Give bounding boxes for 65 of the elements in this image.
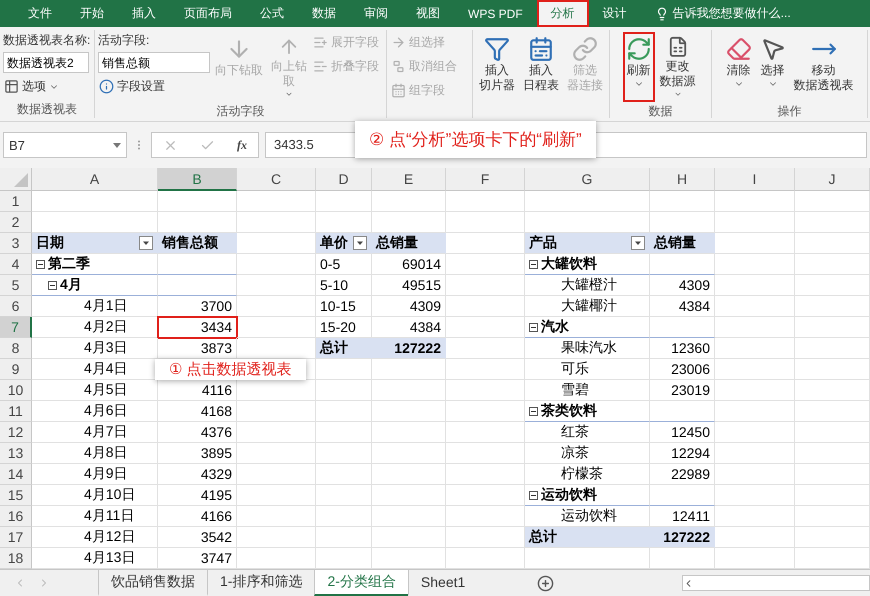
- pivot-value: 4329: [158, 464, 237, 485]
- pivot-row-label: 大罐橙汁: [525, 275, 650, 296]
- pivot-header-label: 单价: [320, 234, 348, 252]
- annotation-tooltip: ① 点击数据透视表: [155, 359, 306, 380]
- pivot-group-label: 运动饮料: [541, 486, 597, 504]
- pivot-value: 4384: [650, 296, 715, 317]
- pivot-header-label: 总销量: [376, 234, 418, 252]
- group-label: 操作: [776, 103, 802, 120]
- pivot-value: 4376: [158, 422, 237, 443]
- pivot-row-label: 5-10: [316, 275, 372, 296]
- pivot-value: 3542: [158, 527, 237, 548]
- pivot-row-label: 柠檬茶: [525, 464, 650, 485]
- pivot-value: 12294: [650, 443, 715, 464]
- pivot-value: 23006: [650, 359, 715, 380]
- pivot-value: 3700: [158, 296, 237, 317]
- pivot-row-label: 果味汽水: [525, 338, 650, 359]
- pivot-header-label: 总销量: [654, 234, 696, 252]
- pivot-value: 23019: [650, 380, 715, 401]
- pivot-header-label: 产品: [529, 234, 557, 252]
- pivot-row-label: 4月5日: [32, 380, 158, 401]
- pivot-value: 3895: [158, 443, 237, 464]
- group-label: 数据: [648, 103, 674, 120]
- pivot-header-label: 销售总额: [162, 234, 218, 252]
- field-label: 数据透视表名称:: [3, 32, 90, 49]
- pivot-row-label: 4月9日: [32, 464, 158, 485]
- pivot-value: 4166: [158, 506, 237, 527]
- pivot-header-label: 日期: [36, 234, 64, 252]
- pivot-row-label: 4月12日: [32, 527, 158, 548]
- pivot-row-label: 雪碧: [525, 380, 650, 401]
- pivot-row-label: 0-5: [316, 254, 372, 275]
- pivot-group-label: 大罐饮料: [541, 255, 597, 273]
- total-label: 总计: [525, 527, 650, 548]
- pivot-row-label: 4月3日: [32, 338, 158, 359]
- pivot-value: 22989: [650, 464, 715, 485]
- pivot-value: 49515: [372, 275, 446, 296]
- total-label: 总计: [316, 338, 372, 359]
- pivot-row-label: 4月8日: [32, 443, 158, 464]
- pivot-row-label: 大罐椰汁: [525, 296, 650, 317]
- pivot-value: 69014: [372, 254, 446, 275]
- pivot-value: 4168: [158, 401, 237, 422]
- pivot-row-label: 4月7日: [32, 422, 158, 443]
- pivot-value: 4309: [372, 296, 446, 317]
- pivot-group-label: 茶类饮料: [541, 402, 597, 420]
- pivot-row-label: 10-15: [316, 296, 372, 317]
- pivot-row-label: 凉茶: [525, 443, 650, 464]
- pivot-value: 4195: [158, 485, 237, 506]
- pivot-group-label: 第二季: [48, 255, 90, 273]
- pivot-row-label: 4月6日: [32, 401, 158, 422]
- group-label: 数据透视表: [16, 101, 78, 118]
- total-value: 127222: [650, 527, 715, 548]
- pivot-row-label: 4月1日: [32, 296, 158, 317]
- pivot-value: 12450: [650, 422, 715, 443]
- pivot-group-label: 4月: [60, 276, 82, 294]
- annotation-tooltip: ② 点“分析”选项卡下的“刷新”: [355, 121, 596, 158]
- pivot-value: 4309: [650, 275, 715, 296]
- pivot-row-label: 红茶: [525, 422, 650, 443]
- pivot-row-label: 4月2日: [32, 317, 158, 338]
- group-label: 活动字段: [216, 103, 266, 120]
- field-label: 活动字段:: [98, 32, 150, 49]
- pivot-row-label: 4月10日: [32, 485, 158, 506]
- pivot-row-label: 可乐: [525, 359, 650, 380]
- pivot-value: 12360: [650, 338, 715, 359]
- total-value: 127222: [372, 338, 446, 359]
- pivot-row-label: 4月11日: [32, 506, 158, 527]
- pivot-group-label: 汽水: [541, 318, 569, 336]
